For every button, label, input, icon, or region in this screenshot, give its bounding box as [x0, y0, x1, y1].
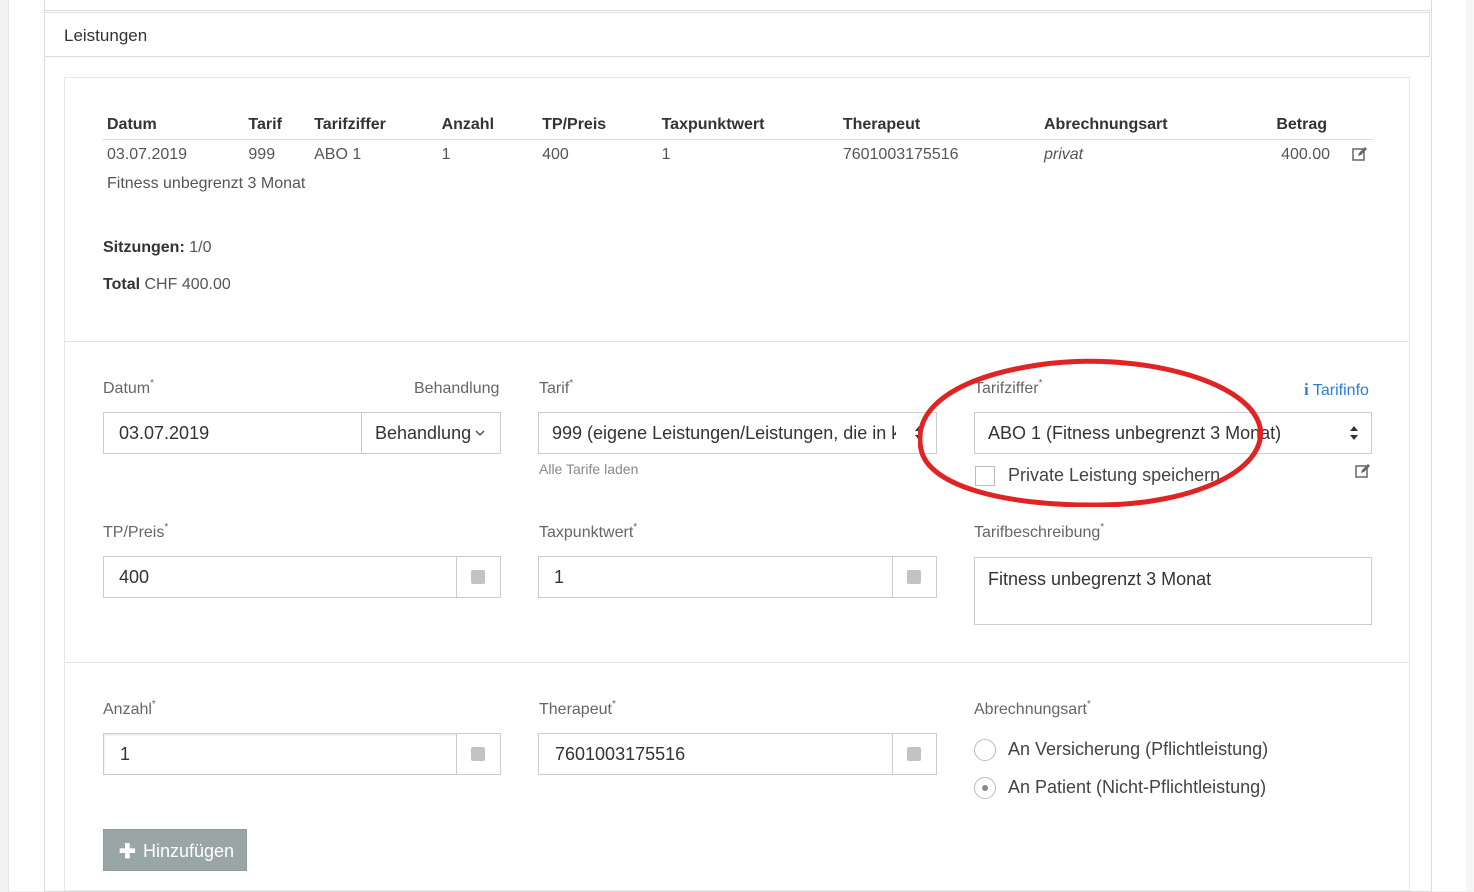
sitzungen-value: 1/0 [189, 239, 212, 256]
cell-anzahl: 1 [441, 146, 451, 163]
required-mark: * [611, 699, 616, 710]
taxpunktwert-input[interactable]: 1 [538, 556, 937, 598]
edit-icon[interactable] [1352, 146, 1368, 162]
tp-preis-value: 400 [119, 567, 150, 587]
scrollbar[interactable] [1466, 0, 1474, 891]
col-taxpunktwert: Taxpunktwert [657, 111, 839, 140]
cell-datum: 03.07.2019 [107, 146, 188, 163]
taxpunktwert-label: Taxpunktwert* [539, 522, 638, 542]
total-value: CHF 400.00 [144, 276, 231, 293]
tp-preis-label-text: TP/Preis [103, 524, 165, 541]
services-table: Datum Tarif Tarifziffer Anzahl TP/Preis … [103, 111, 1373, 170]
behandlung-dropdown[interactable]: Behandlung [361, 413, 501, 453]
datum-input[interactable]: 03.07.2019 Behandlung [103, 412, 501, 454]
sitzungen-label: Sitzungen: [103, 239, 185, 256]
tp-preis-input[interactable]: 400 [103, 556, 501, 598]
tarifbeschreibung-label: Tarifbeschreibung* [974, 522, 1105, 542]
row-description: Fitness unbegrenzt 3 Monat [107, 175, 306, 192]
panel-title: Leistungen [64, 26, 148, 45]
cell-tarifziffer: ABO 1 [314, 146, 362, 163]
plus-icon: ✚ [119, 841, 136, 863]
previous-panel-edge [44, 0, 1430, 11]
calculator-button[interactable] [456, 557, 500, 597]
edit-icon[interactable] [1355, 463, 1371, 479]
radio-versicherung-label: An Versicherung (Pflichtleistung) [1008, 739, 1269, 759]
calculator-button[interactable] [892, 734, 936, 774]
cell-tp-preis: 400 [542, 146, 569, 163]
tarifbeschreibung-textarea[interactable]: Fitness unbegrenzt 3 Monat [974, 557, 1372, 625]
chevron-down-icon [475, 430, 485, 436]
panel-heading: Leistungen [44, 12, 1430, 57]
col-tarifziffer: Tarifziffer [310, 111, 438, 140]
annotation-ellipse [918, 358, 1263, 507]
info-icon: i [1304, 380, 1309, 399]
behandlung-label: Behandlung [414, 380, 500, 397]
therapeut-label-text: Therapeut [539, 701, 612, 718]
datum-label-text: Datum [103, 380, 151, 397]
table-header-row: Datum Tarif Tarifziffer Anzahl TP/Preis … [103, 111, 1373, 140]
tarif-label: Tarif* [539, 378, 574, 398]
hinzufuegen-label: Hinzufügen [143, 841, 235, 861]
tarifbeschreibung-value: Fitness unbegrenzt 3 Monat [988, 569, 1212, 589]
square-icon [471, 747, 485, 761]
square-icon [471, 570, 485, 584]
datum-label: Datum* [103, 378, 155, 398]
cell-tarif: 999 [248, 146, 276, 163]
col-betrag: Betrag [1233, 111, 1373, 140]
col-datum: Datum [103, 111, 245, 140]
select-arrows-icon [1350, 426, 1358, 440]
radio-patient-label: An Patient (Nicht-Pflichtleistung) [1008, 777, 1267, 797]
alle-tarife-laden-link[interactable]: Alle Tarife laden [539, 461, 638, 477]
cell-therapeut: 7601003175516 [842, 146, 959, 163]
anzahl-label: Anzahl* [103, 699, 156, 719]
radio-selected-dot [982, 785, 988, 791]
col-tarif: Tarif [244, 111, 311, 140]
col-therapeut: Therapeut [838, 111, 1040, 140]
required-mark: * [633, 522, 638, 533]
table-row: 03.07.2019 999 ABO 1 1 400 1 76010031755… [103, 140, 1373, 171]
tp-preis-label: TP/Preis* [103, 522, 169, 542]
abrechnungsart-label: Abrechnungsart* [974, 699, 1091, 719]
therapeut-label: Therapeut* [539, 699, 616, 719]
square-icon [907, 747, 921, 761]
total-summary: Total CHF 400.00 [103, 276, 231, 294]
required-mark: * [569, 378, 574, 389]
cell-taxpunktwert: 1 [661, 146, 671, 163]
sitzungen-summary: Sitzungen: 1/0 [103, 239, 211, 257]
radio-patient[interactable] [974, 777, 996, 799]
col-abrechnungsart: Abrechnungsart [1040, 111, 1234, 140]
therapeut-input[interactable]: 7601003175516 [538, 733, 937, 775]
divider [65, 341, 1409, 342]
anzahl-label-text: Anzahl [103, 701, 152, 718]
square-icon [907, 570, 921, 584]
total-label: Total [103, 276, 141, 293]
divider [65, 662, 1409, 663]
abrechnungsart-label-text: Abrechnungsart [974, 701, 1087, 718]
taxpunktwert-value: 1 [554, 567, 565, 587]
col-anzahl: Anzahl [437, 111, 539, 140]
required-mark: * [151, 699, 156, 710]
required-mark: * [1100, 522, 1105, 533]
behandlung-button-label: Behandlung [375, 423, 472, 443]
datum-value: 03.07.2019 [119, 423, 210, 443]
anzahl-input[interactable]: 1 [103, 733, 501, 775]
therapeut-value: 7601003175516 [555, 744, 686, 764]
calculator-button[interactable] [892, 557, 936, 597]
col-tp-preis: TP/Preis [538, 111, 658, 140]
required-mark: * [164, 522, 169, 533]
required-mark: * [150, 378, 155, 389]
hinzufuegen-button[interactable]: ✚ Hinzufügen [103, 829, 247, 871]
cell-abrechnungsart: privat [1044, 146, 1084, 163]
tarifinfo-link[interactable]: i Tarifinfo [1304, 380, 1369, 400]
tarifbeschreibung-label-text: Tarifbeschreibung [974, 524, 1101, 541]
tarif-value: 999 (eigene Leistungen/Leistungen, die i… [552, 423, 896, 443]
anzahl-value: 1 [120, 744, 131, 764]
required-mark: * [1086, 699, 1091, 710]
tarifinfo-link-text: Tarifinfo [1312, 382, 1369, 399]
radio-versicherung[interactable] [974, 739, 996, 761]
tarif-select[interactable]: 999 (eigene Leistungen/Leistungen, die i… [538, 412, 937, 454]
taxpunktwert-label-text: Taxpunktwert [539, 524, 634, 541]
tarif-label-text: Tarif [539, 380, 570, 397]
calculator-button[interactable] [456, 734, 500, 774]
